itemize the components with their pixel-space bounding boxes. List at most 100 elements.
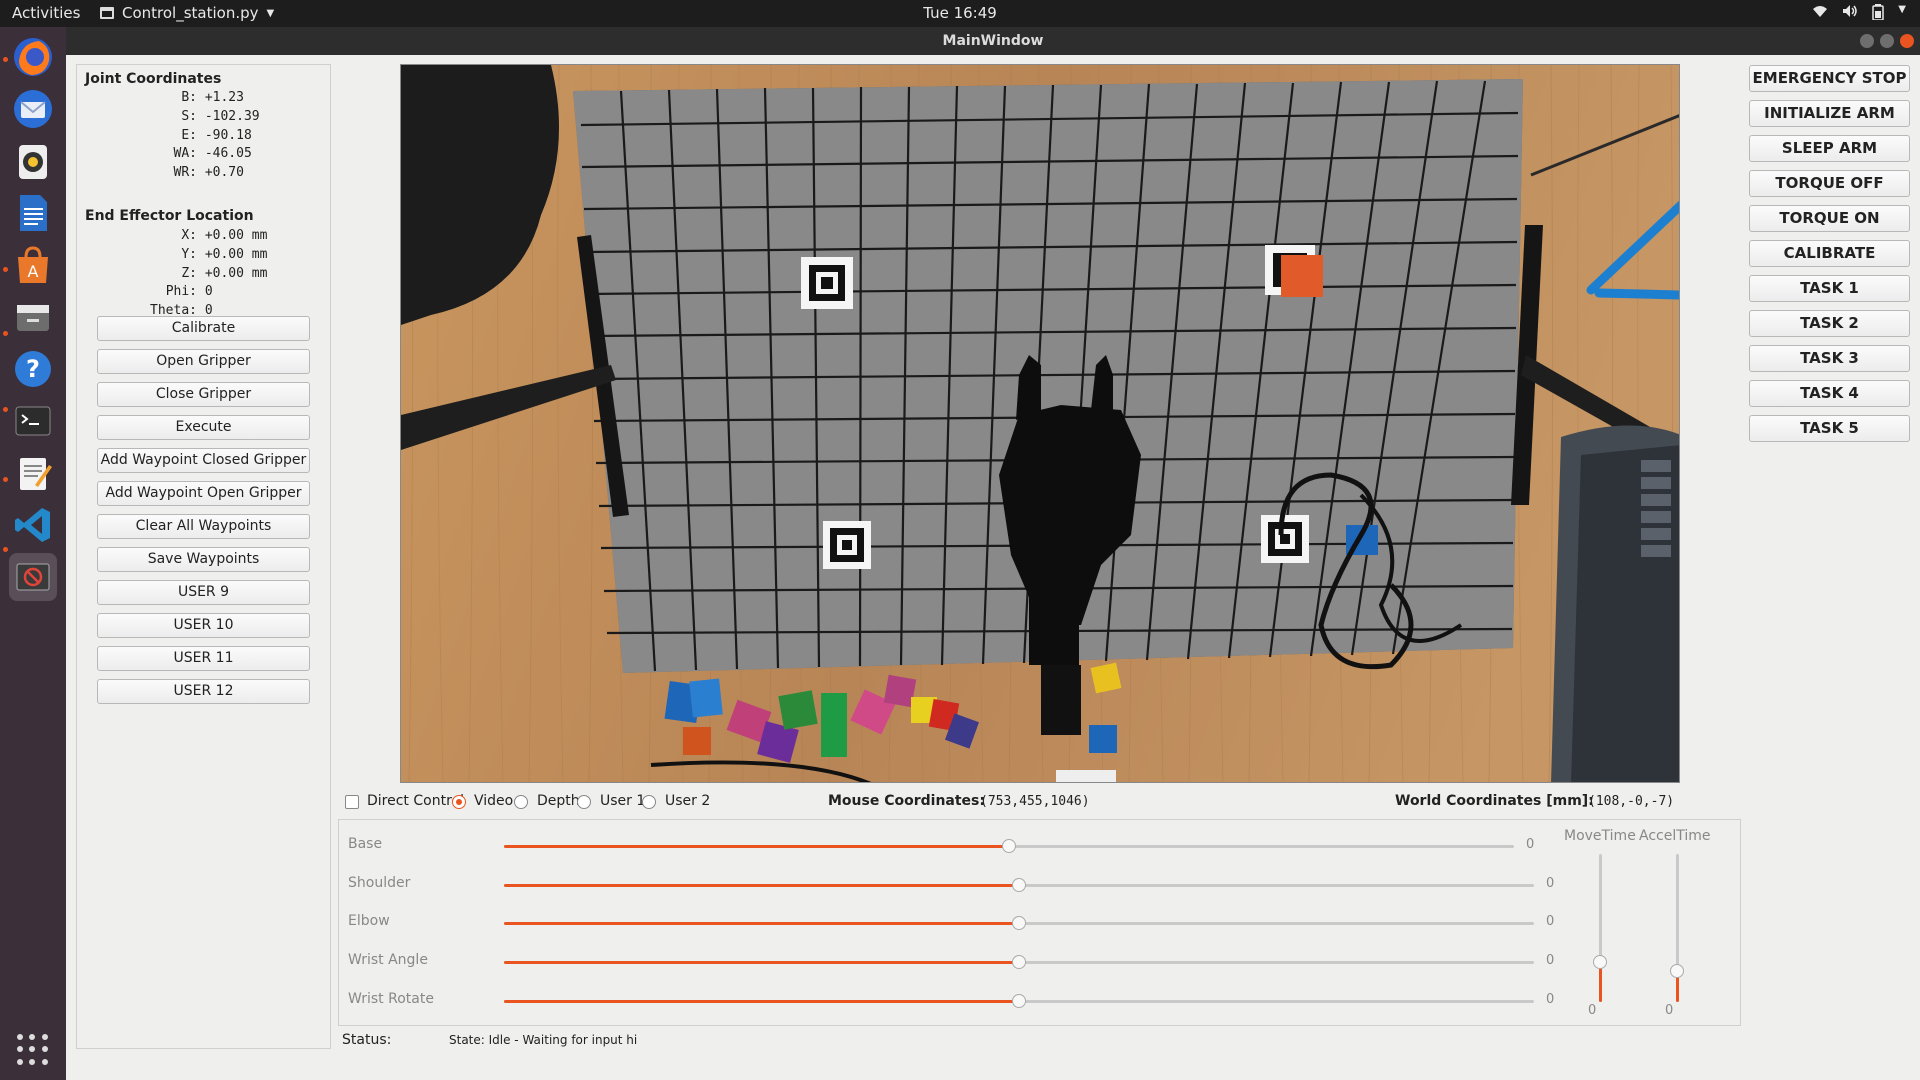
end-effector-row: Z: +0.00 mm bbox=[77, 266, 267, 281]
sleep-arm-button[interactable]: SLEEP ARM bbox=[1749, 135, 1910, 162]
base-slider[interactable] bbox=[504, 839, 1514, 853]
end-effector-value: +0.00 mm bbox=[204, 246, 268, 262]
clock[interactable]: Tue 16:49 bbox=[0, 4, 1920, 22]
clear-all-waypoints-button[interactable]: Clear All Waypoints bbox=[97, 514, 310, 539]
emergency-stop-button[interactable]: EMERGENCY STOP bbox=[1749, 65, 1910, 92]
task-3-button[interactable]: TASK 3 bbox=[1749, 345, 1910, 372]
running-indicator bbox=[3, 477, 8, 482]
workspace-image bbox=[401, 65, 1679, 782]
joint-label: WR: bbox=[173, 165, 197, 181]
system-tray[interactable]: ▼ bbox=[1812, 4, 1906, 24]
torque-on-button[interactable]: TORQUE ON bbox=[1749, 205, 1910, 232]
libreoffice-writer-icon[interactable] bbox=[9, 189, 57, 237]
wifi-icon bbox=[1812, 4, 1828, 24]
torque-off-button[interactable]: TORQUE OFF bbox=[1749, 170, 1910, 197]
end-effector-label: Y: bbox=[181, 246, 197, 262]
thunderbird-icon[interactable] bbox=[9, 85, 57, 133]
end-effector-value: 0 bbox=[204, 284, 213, 300]
user-10-button[interactable]: USER 10 bbox=[97, 613, 310, 638]
movetime-slider-value: 0 bbox=[1588, 1003, 1597, 1018]
wrist-angle-slider-fill bbox=[504, 961, 1019, 964]
volume-icon bbox=[1842, 4, 1858, 24]
close-icon[interactable] bbox=[1900, 34, 1914, 48]
save-waypoints-button[interactable]: Save Waypoints bbox=[97, 547, 310, 572]
files-icon[interactable] bbox=[9, 293, 57, 341]
user-11-button[interactable]: USER 11 bbox=[97, 646, 310, 671]
base-slider-handle[interactable] bbox=[1002, 839, 1016, 853]
video-radio[interactable] bbox=[452, 795, 466, 809]
rhythmbox-icon[interactable] bbox=[9, 137, 57, 185]
user-9-button[interactable]: USER 9 bbox=[97, 580, 310, 605]
user1-radio[interactable] bbox=[577, 795, 591, 809]
joint-value: +0.70 bbox=[204, 165, 244, 181]
wrist-rotate-slider-fill bbox=[504, 1000, 1019, 1003]
joint-label: B: bbox=[181, 90, 197, 105]
wrist-angle-slider[interactable] bbox=[504, 955, 1534, 969]
calibrate-button[interactable]: CALIBRATE bbox=[1749, 240, 1910, 267]
maximize-icon[interactable] bbox=[1880, 34, 1894, 48]
window-title-bar[interactable]: MainWindow bbox=[66, 27, 1920, 55]
text-editor-icon[interactable] bbox=[9, 449, 57, 497]
mouse-coordinates-label: Mouse Coordinates: bbox=[828, 793, 985, 809]
svg-text:?: ? bbox=[26, 355, 40, 383]
execute-button[interactable]: Execute bbox=[97, 415, 310, 440]
open-gripper-button[interactable]: Open Gripper bbox=[97, 349, 310, 374]
user2-radio[interactable] bbox=[642, 795, 656, 809]
firefox-icon[interactable] bbox=[9, 33, 57, 81]
shoulder-slider-handle[interactable] bbox=[1012, 878, 1026, 892]
video-radio-label: Video bbox=[474, 793, 514, 809]
running-indicator bbox=[3, 407, 8, 412]
end-effector-title: End Effector Location bbox=[85, 208, 254, 224]
shoulder-slider[interactable] bbox=[504, 878, 1534, 892]
wrist-rotate-slider-handle[interactable] bbox=[1012, 994, 1026, 1008]
camera-video-feed[interactable] bbox=[400, 64, 1680, 783]
system-menu-chevron-icon: ▼ bbox=[1898, 4, 1906, 15]
acceltime-slider[interactable] bbox=[1670, 854, 1684, 1002]
end-effector-row: X: +0.00 mm bbox=[77, 228, 267, 243]
shoulder-slider-label: Shoulder bbox=[348, 875, 411, 891]
add-waypoint-open-gripper-button[interactable]: Add Waypoint Open Gripper bbox=[97, 481, 310, 506]
add-waypoint-closed-gripper-button[interactable]: Add Waypoint Closed Gripper bbox=[97, 448, 310, 473]
vscode-icon[interactable] bbox=[9, 501, 57, 549]
wrist-angle-slider-value: 0 bbox=[1546, 953, 1555, 968]
acceltime-slider-handle[interactable] bbox=[1670, 963, 1684, 978]
running-indicator bbox=[3, 331, 8, 336]
wrist-rotate-slider[interactable] bbox=[504, 994, 1534, 1008]
control-station-app-icon[interactable] bbox=[9, 553, 57, 601]
left-panel: Joint Coordinates B: +1.23 S: -102.39 E: -… bbox=[76, 64, 331, 1049]
end-effector-value: +0.00 mm bbox=[204, 265, 268, 281]
show-applications-icon[interactable] bbox=[17, 1034, 49, 1066]
initialize-arm-button[interactable]: INITIALIZE ARM bbox=[1749, 100, 1910, 127]
base-slider-fill bbox=[504, 845, 1009, 848]
direct-control-checkbox[interactable] bbox=[345, 795, 359, 809]
joint-coordinate-row: E: -90.18 bbox=[77, 127, 252, 143]
gnome-top-bar: Activities Control_station.py ▼ Tue 16:4… bbox=[0, 0, 1920, 27]
direct-control-label: Direct Control bbox=[367, 793, 464, 809]
elbow-slider-handle[interactable] bbox=[1012, 916, 1026, 930]
terminal-icon[interactable] bbox=[9, 397, 57, 445]
shoulder-slider-fill bbox=[504, 884, 1019, 887]
task-2-button[interactable]: TASK 2 bbox=[1749, 310, 1910, 337]
end-effector-row: Y: +0.00 mm bbox=[77, 247, 267, 262]
joint-label: E: bbox=[181, 127, 197, 143]
calibrate-button[interactable]: Calibrate bbox=[97, 316, 310, 341]
close-gripper-button[interactable]: Close Gripper bbox=[97, 382, 310, 407]
task-5-button[interactable]: TASK 5 bbox=[1749, 415, 1910, 442]
joint-coordinate-row: WR: +0.70 bbox=[77, 165, 244, 180]
help-icon[interactable]: ? bbox=[9, 345, 57, 393]
ubuntu-software-icon[interactable]: A bbox=[9, 241, 57, 289]
movetime-slider[interactable] bbox=[1593, 854, 1607, 1002]
movetime-slider-handle[interactable] bbox=[1593, 955, 1607, 970]
end-effector-row: Phi: 0 bbox=[77, 284, 213, 299]
elbow-slider[interactable] bbox=[504, 916, 1534, 930]
user1-radio-label: User 1 bbox=[600, 793, 646, 809]
task-4-button[interactable]: TASK 4 bbox=[1749, 380, 1910, 407]
wrist-angle-slider-handle[interactable] bbox=[1012, 955, 1026, 969]
end-effector-value: +0.00 mm bbox=[204, 228, 268, 243]
task-1-button[interactable]: TASK 1 bbox=[1749, 275, 1910, 302]
minimize-icon[interactable] bbox=[1860, 34, 1874, 48]
depth-radio[interactable] bbox=[514, 795, 528, 809]
shoulder-slider-value: 0 bbox=[1546, 876, 1555, 891]
user-12-button[interactable]: USER 12 bbox=[97, 679, 310, 704]
joint-value: -90.18 bbox=[204, 127, 252, 143]
